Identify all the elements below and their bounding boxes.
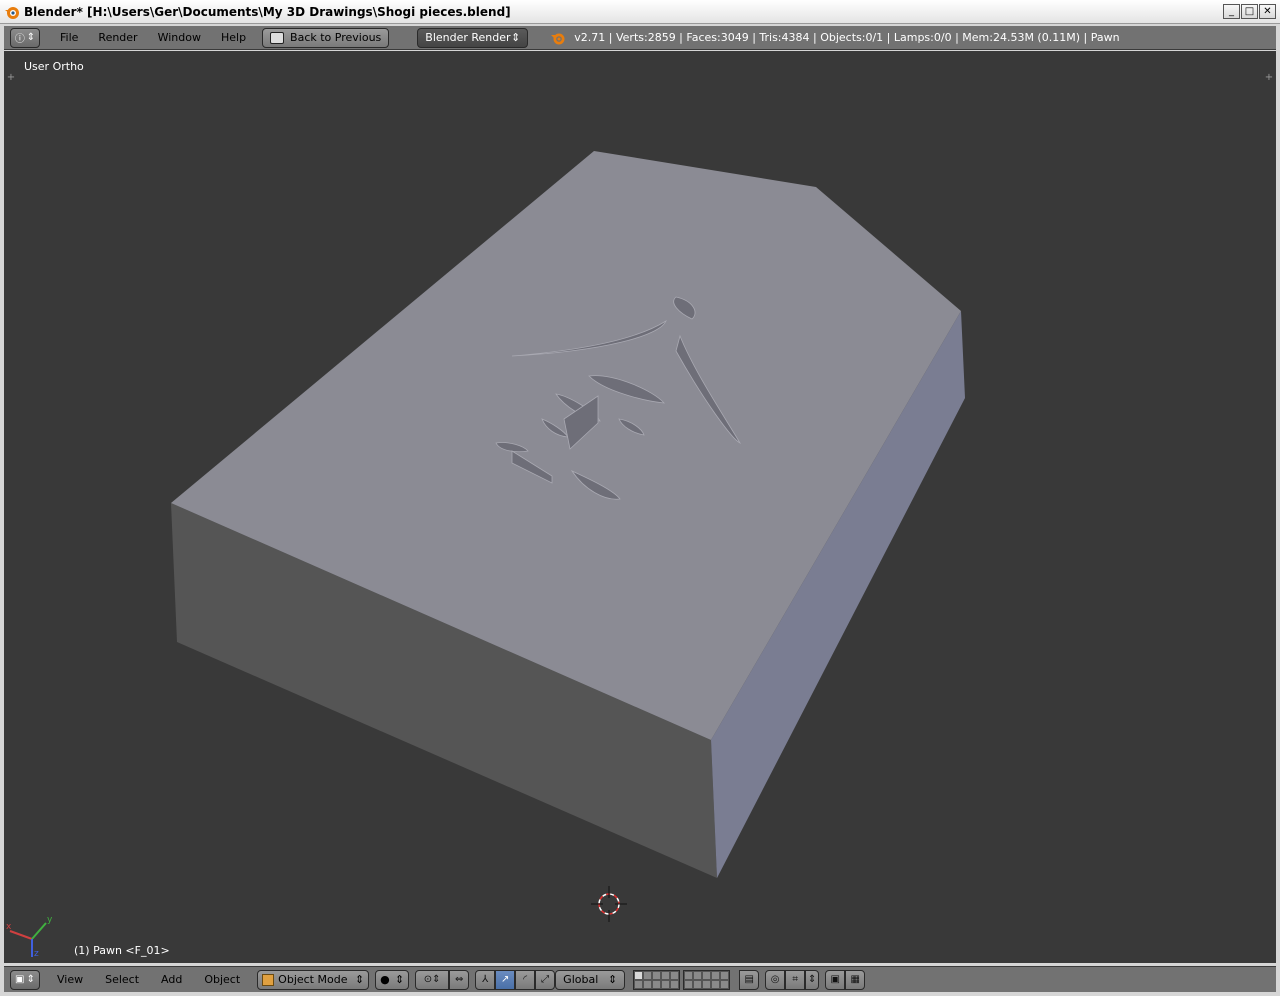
transform-orientation-selector[interactable]: Global ⇕	[555, 969, 626, 990]
proportional-editing-icon[interactable]: ◎	[765, 969, 786, 990]
axis-gizmo-icon: x y z	[6, 915, 53, 959]
screen-back-icon	[270, 31, 285, 44]
lock-group: ▤	[739, 969, 760, 990]
lock-camera-to-view-icon[interactable]: ▤	[739, 969, 760, 990]
updown-arrows-icon: ⇕	[607, 973, 618, 986]
snap-element-selector[interactable]: ⇕	[805, 969, 820, 990]
manipulator-group: ⅄ ↗ ◜ ⤢	[475, 969, 556, 990]
minimize-button[interactable]: _	[1223, 4, 1240, 19]
solid-shading-sphere-icon: ●	[380, 973, 390, 986]
rotate-manipulator-icon[interactable]: ◜	[515, 969, 536, 990]
3d-viewport[interactable]: User Ortho + + x y z (1) Pawn <F_01>	[4, 51, 1276, 963]
pivot-point-selector[interactable]: ⊙⇕	[415, 969, 450, 990]
3d-view-menu: View Select Add Object	[46, 969, 251, 991]
layer-buttons[interactable]	[633, 969, 733, 990]
updown-arrows-icon: ⇕	[26, 32, 36, 43]
interaction-mode-selector[interactable]: Object Mode ⇕	[257, 969, 370, 990]
menu-window[interactable]: Window	[148, 27, 211, 49]
orientation-label: Global	[563, 973, 599, 986]
menu-select[interactable]: Select	[94, 969, 150, 991]
pivot-group: ⊙⇕ ⇔	[415, 969, 470, 990]
editor-type-selector[interactable]: ⓘ ⇕	[10, 27, 40, 48]
menu-file[interactable]: File	[50, 27, 88, 49]
object-mode-cube-icon	[262, 973, 275, 986]
manipulator-toggle-icon[interactable]: ⅄	[475, 969, 496, 990]
info-icon: ⓘ	[14, 34, 25, 45]
render-engine-label: Blender Render	[425, 31, 511, 44]
axis-z-label: z	[34, 949, 39, 959]
editor-type-selector-3d[interactable]: ▣ ⇕	[10, 969, 40, 990]
opengl-render-animation-icon[interactable]: ▦	[845, 969, 866, 990]
back-to-previous-label: Back to Previous	[290, 31, 382, 44]
opengl-render-image-icon[interactable]: ▣	[825, 969, 846, 990]
back-to-previous-button[interactable]: Back to Previous	[262, 27, 390, 48]
menu-help[interactable]: Help	[211, 27, 256, 49]
window-title: Blender* [H:\Users\Ger\Documents\My 3D D…	[24, 4, 511, 19]
menu-view[interactable]: View	[46, 969, 94, 991]
layer-block-1[interactable]	[633, 969, 681, 990]
3d-cursor-icon[interactable]	[589, 884, 629, 924]
axis-y-label: y	[47, 915, 53, 925]
scene-stats: v2.71 | Verts:2859 | Faces:3049 | Tris:4…	[550, 30, 1120, 46]
active-object-label: (1) Pawn <F_01>	[74, 944, 170, 957]
stats-text: v2.71 | Verts:2859 | Faces:3049 | Tris:4…	[574, 31, 1120, 44]
snap-group: ◎ ⌗ ⇕	[765, 969, 820, 990]
info-header: ⓘ ⇕ File Render Window Help Back to Prev…	[4, 26, 1276, 50]
scale-manipulator-icon[interactable]: ⤢	[535, 969, 556, 990]
3d-view-header: ▣ ⇕ View Select Add Object Object Mode ⇕…	[4, 966, 1276, 992]
window-controls: _ □ ✕	[1223, 4, 1276, 19]
viewport-shading-selector[interactable]: ● ⇕	[375, 969, 410, 990]
render-engine-selector[interactable]: Blender Render ⇕	[417, 27, 529, 48]
menu-object[interactable]: Object	[193, 969, 251, 991]
mode-label: Object Mode	[278, 973, 348, 986]
manipulate-center-icon[interactable]: ⇔	[449, 969, 470, 990]
layer-block-2[interactable]	[683, 969, 731, 990]
mode-inner: Object Mode	[262, 973, 347, 986]
maximize-button[interactable]: □	[1241, 4, 1258, 19]
close-button[interactable]: ✕	[1259, 4, 1276, 19]
title-bar: Blender* [H:\Users\Ger\Documents\My 3D D…	[0, 0, 1280, 24]
axis-x-label: x	[6, 922, 12, 932]
menu-render[interactable]: Render	[88, 27, 147, 49]
updown-arrows-icon: ⇕	[26, 974, 35, 985]
updown-arrows-icon: ⇕	[511, 31, 521, 44]
shogi-pawn-mesh[interactable]	[4, 51, 1276, 963]
render-group: ▣ ▦	[825, 969, 866, 990]
snap-magnet-icon[interactable]: ⌗	[785, 969, 806, 990]
menu-add[interactable]: Add	[150, 969, 193, 991]
blender-app-icon	[5, 6, 19, 19]
info-menu: File Render Window Help	[50, 27, 256, 49]
translate-manipulator-icon[interactable]: ↗	[495, 969, 516, 990]
updown-arrows-icon: ⇕	[394, 973, 405, 986]
updown-arrows-icon: ⇕	[354, 973, 365, 986]
blender-logo-icon	[551, 33, 565, 44]
3d-view-cube-icon: ▣	[15, 974, 25, 985]
